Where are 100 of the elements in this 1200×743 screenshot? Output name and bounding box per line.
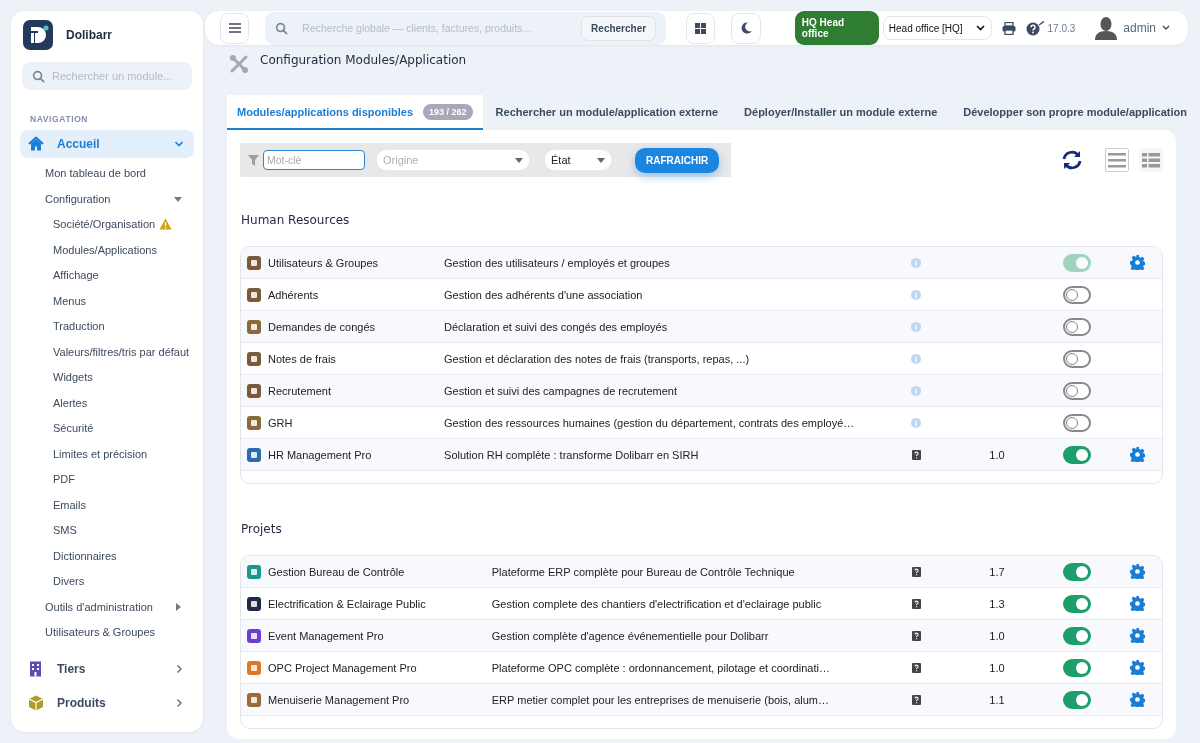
sidebar-item[interactable]: Menus <box>20 288 194 314</box>
module-icon <box>247 692 261 707</box>
module-icon <box>247 383 261 398</box>
section-title: Projets <box>241 522 283 536</box>
sidebar-item[interactable]: Traduction <box>20 313 194 339</box>
settings-icon[interactable] <box>1129 628 1145 643</box>
settings-icon[interactable] <box>1129 596 1145 611</box>
refresh-button[interactable]: RAFRAICHIR <box>635 147 720 173</box>
search-button[interactable]: Rechercher <box>581 15 657 41</box>
table-cell: Menuiserie Management Pro <box>241 684 492 716</box>
settings-icon[interactable] <box>1129 660 1145 675</box>
entity-badge: HQ Head office <box>794 11 879 45</box>
module-icon <box>247 351 261 366</box>
search-icon <box>275 21 289 35</box>
sidebar-item[interactable]: Affichage <box>20 262 194 288</box>
moon-icon <box>740 22 752 34</box>
settings-icon[interactable] <box>1129 255 1145 270</box>
settings-icon[interactable] <box>1129 564 1145 579</box>
toggle-switch[interactable] <box>1063 594 1091 613</box>
sidebar-item[interactable]: Sécurité <box>20 415 194 441</box>
sidebar-item[interactable]: Utilisateurs & Groupes <box>20 619 194 645</box>
toggle-switch[interactable] <box>1063 658 1091 677</box>
sidebar-item[interactable]: PDF <box>20 466 194 492</box>
entity-select[interactable]: Head office [HQ] <box>882 16 992 40</box>
toggle-switch[interactable] <box>1063 317 1091 336</box>
list-view-button[interactable] <box>1105 148 1129 172</box>
chevron-down-icon <box>975 25 985 31</box>
sidebar-item[interactable]: Divers <box>20 568 194 594</box>
sidebar-item[interactable]: Mon tableau de bord <box>20 160 194 186</box>
settings-icon[interactable] <box>1129 447 1145 462</box>
toggle-switch[interactable] <box>1063 562 1091 581</box>
tab[interactable]: Développer son propre module/application <box>950 95 1200 130</box>
caret-down-icon <box>515 157 523 163</box>
module-icon <box>247 415 261 430</box>
detailed-view-button[interactable] <box>1139 148 1163 172</box>
sidebar-item[interactable]: Société/Organisation <box>20 211 194 237</box>
avatar-icon <box>1095 16 1118 40</box>
toggle-switch[interactable] <box>1063 445 1091 464</box>
table-cell: Solution RH complète : transforme Dolibarr en SIRH <box>444 439 880 471</box>
sidebar-item[interactable]: SMS <box>20 517 194 543</box>
settings-icon[interactable] <box>1129 692 1145 707</box>
table-cell: Event Management Pro <box>241 620 492 652</box>
sidebar-item[interactable]: Valeurs/filtres/tris par défaut <box>20 339 194 365</box>
table-cell: Recrutement <box>241 375 445 407</box>
table-cell: Gestion Bureau de Contrôle <box>241 556 492 588</box>
toggle-switch[interactable] <box>1063 413 1091 432</box>
table-cell: Déclaration et suivi des congés des employés <box>444 311 880 343</box>
version-label: 17.0.3 <box>1047 22 1076 34</box>
help-icon[interactable] <box>1025 20 1046 36</box>
sidebar-item[interactable]: Produits <box>20 689 194 717</box>
table-cell: Demandes de congés <box>241 311 445 343</box>
apps-button[interactable] <box>686 12 716 44</box>
table-cell: ERP metier complet pour les entreprises de menuiserie (bois, alum… <box>491 684 880 716</box>
sidebar-item[interactable]: Outils d'administration <box>20 594 194 620</box>
logo-icon <box>23 20 53 50</box>
printer-icon[interactable] <box>1001 21 1016 35</box>
sidebar-item[interactable]: Emails <box>20 492 194 518</box>
sidebar-item[interactable]: Widgets <box>20 364 194 390</box>
sidebar-item[interactable]: Limites et précision <box>20 441 194 467</box>
sidebar-item[interactable]: Tiers <box>20 655 194 683</box>
sidebar-item[interactable]: Dictionnaires <box>20 543 194 569</box>
section-title: Human Resources <box>241 213 351 227</box>
version-label: 1.3 <box>989 597 1005 610</box>
module-icon <box>247 447 261 462</box>
module-icon <box>247 596 261 611</box>
list-icon <box>1108 152 1126 168</box>
module-icon <box>247 660 261 675</box>
version-label: 1.0 <box>989 448 1005 461</box>
toggle-switch[interactable] <box>1063 349 1091 368</box>
toggle-switch[interactable] <box>1063 285 1091 304</box>
caret-down-icon <box>597 157 605 163</box>
sidebar-item[interactable]: Modules/Applications <box>20 237 194 263</box>
table-cell: HR Management Pro <box>241 439 445 471</box>
keyword-field[interactable]: Mot-clé <box>263 150 365 170</box>
version-label: 1.0 <box>989 661 1005 674</box>
toggle-switch[interactable] <box>1063 381 1091 400</box>
refresh-icon[interactable] <box>1061 150 1083 170</box>
user-menu[interactable]: admin <box>1095 16 1170 40</box>
section-heading: NAVIGATION <box>30 114 90 124</box>
dark-mode-button[interactable] <box>731 12 761 44</box>
table-cell: Gestion des utilisateurs / employés et groupes <box>444 247 880 279</box>
module-icon <box>247 319 261 334</box>
toggle-switch[interactable] <box>1063 626 1091 645</box>
menu-button[interactable] <box>220 12 250 44</box>
sidebar-item[interactable]: Configuration <box>20 186 194 212</box>
tab[interactable]: Déployer/Installer un module externe <box>731 95 951 130</box>
box-icon <box>27 694 45 713</box>
sidebar-item[interactable]: Accueil <box>20 130 194 158</box>
sidebar-item[interactable]: Alertes <box>20 390 194 416</box>
chevron-right-icon <box>174 663 184 674</box>
toggle-switch[interactable] <box>1063 690 1091 709</box>
tab[interactable]: Modules/applications disponibles 193 / 262 <box>227 95 483 130</box>
count-badge: 193 / 262 <box>423 103 473 120</box>
module-icon <box>247 628 261 643</box>
state-select[interactable]: État <box>545 150 611 170</box>
tab[interactable]: Rechercher un module/application externe <box>482 95 732 130</box>
table-cell: Plateforme ERP complète pour Bureau de Contrôle Technique <box>491 556 880 588</box>
page-title: Configuration Modules/Application <box>260 53 467 67</box>
version-label: 1.0 <box>989 629 1005 642</box>
table-cell: Gestion et suivi des campagnes de recrutement <box>444 375 880 407</box>
